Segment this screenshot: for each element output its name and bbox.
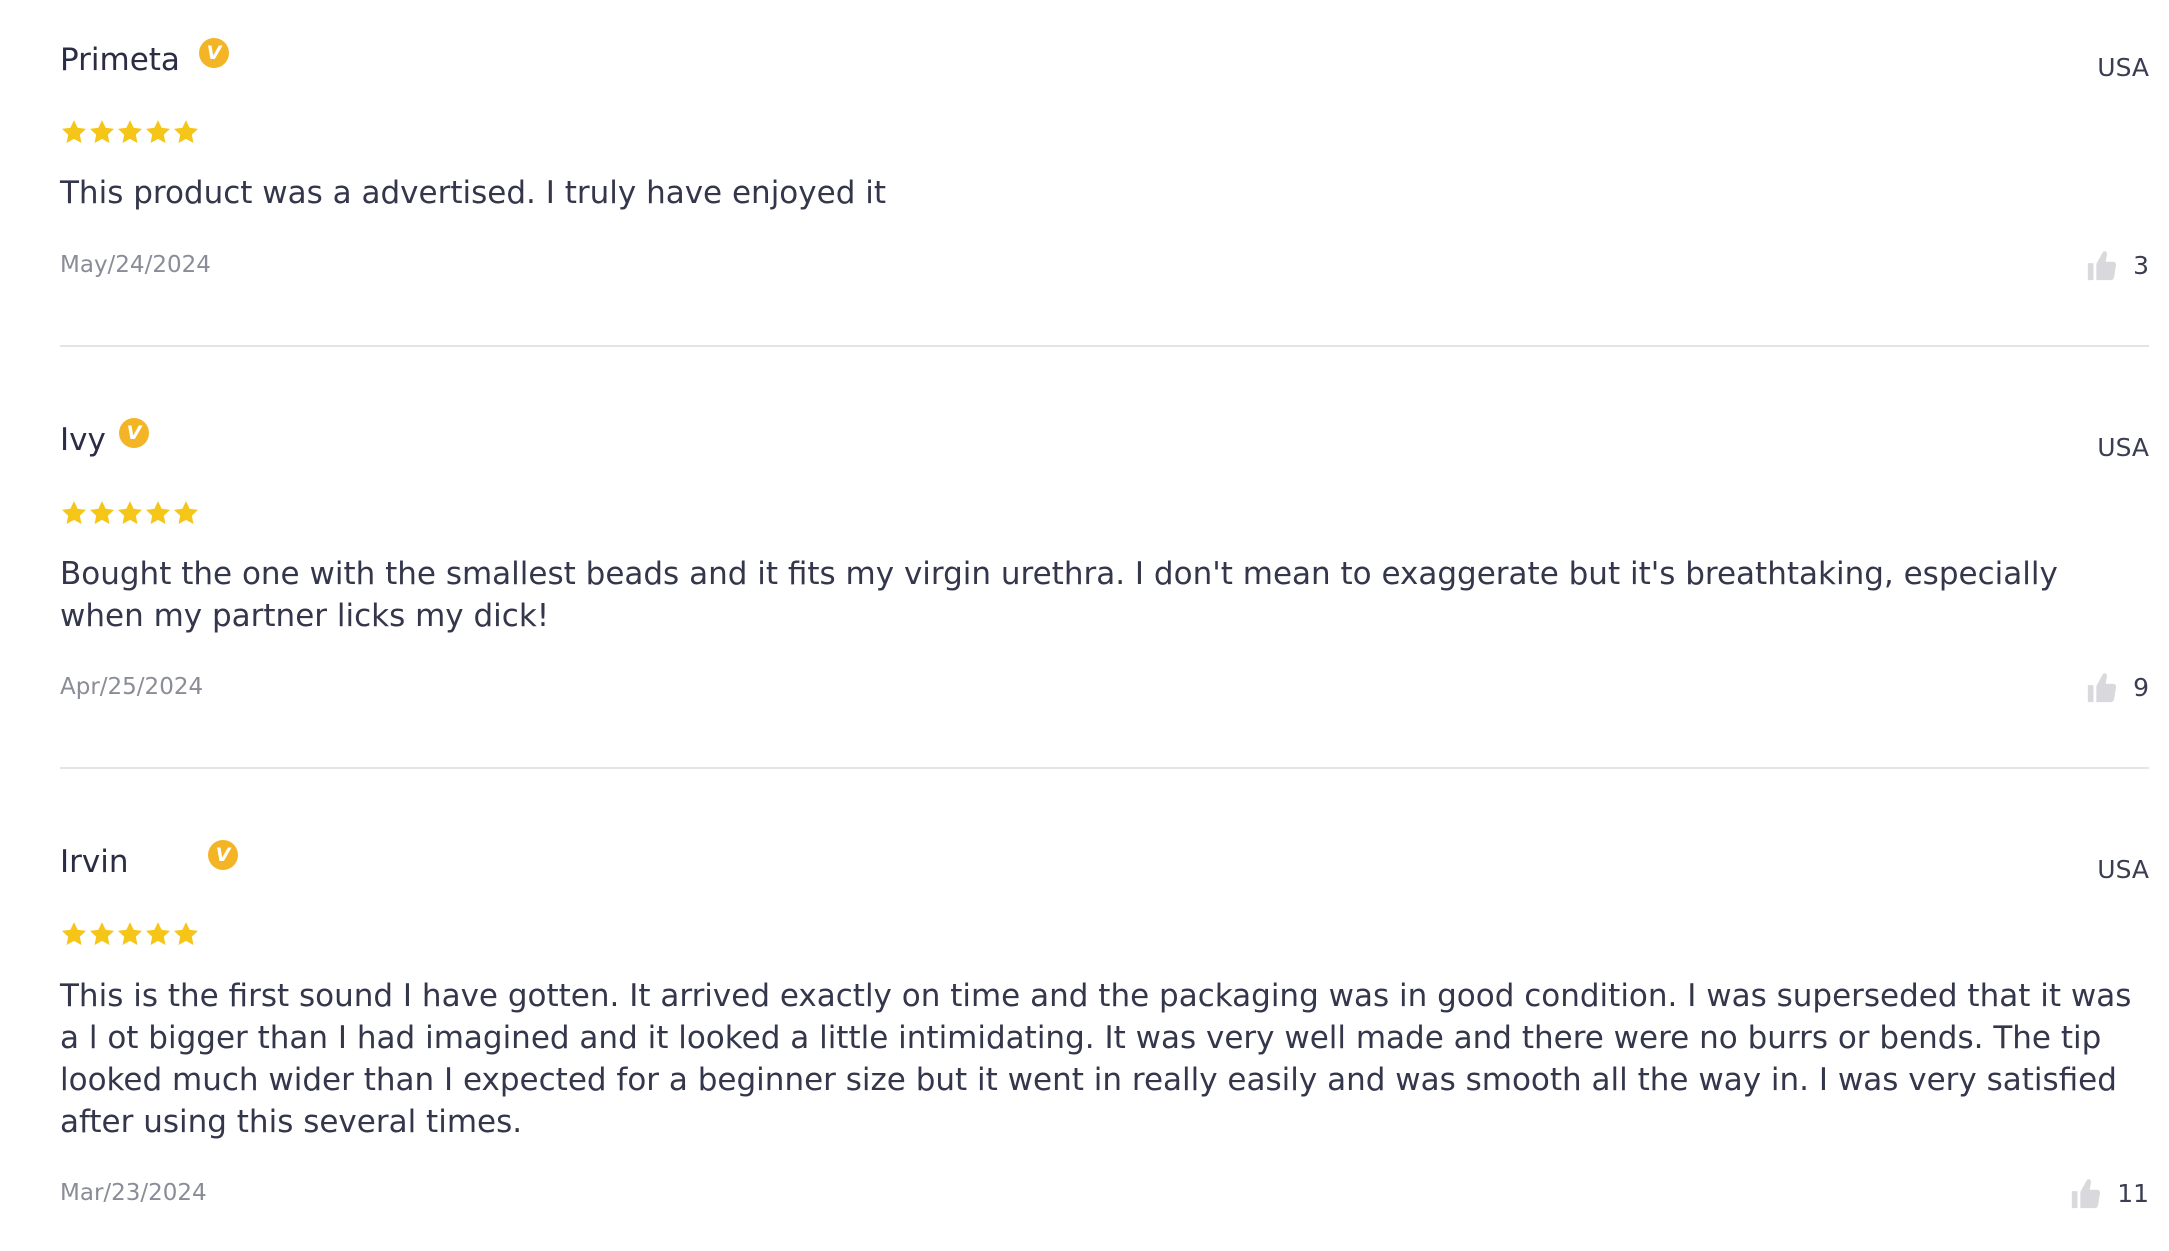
star-rating (60, 499, 200, 527)
review-header: Primeta V USA (60, 38, 2149, 100)
star-icon (89, 922, 115, 945)
review-header: Irvin V USA (60, 840, 2149, 902)
helpful-vote[interactable]: 9 (2085, 670, 2149, 706)
star-icon (145, 922, 171, 945)
thumbs-up-icon[interactable] (2085, 671, 2119, 705)
star-icon (117, 922, 143, 945)
review-divider (60, 345, 2149, 347)
star-icon (173, 501, 199, 524)
review-header: Ivy V USA (60, 418, 2149, 480)
verified-badge-icon: V (208, 840, 238, 870)
thumbs-up-icon[interactable] (2069, 1177, 2103, 1211)
star-icon (61, 922, 87, 945)
helpful-vote[interactable]: 11 (2069, 1176, 2149, 1212)
star-rating (60, 118, 200, 146)
star-icon (117, 501, 143, 524)
review-divider (60, 767, 2149, 769)
star-icon (89, 501, 115, 524)
helpful-vote[interactable]: 3 (2085, 248, 2149, 284)
review-text: This product was a advertised. I truly h… (60, 175, 886, 211)
verified-badge-icon: V (199, 38, 229, 68)
helpful-count: 11 (2117, 1179, 2149, 1208)
star-icon (117, 120, 143, 143)
reviewer-country: USA (2097, 53, 2149, 82)
star-icon (61, 120, 87, 143)
star-rating (60, 920, 200, 948)
star-icon (61, 501, 87, 524)
reviewer-name: Irvin (60, 844, 129, 880)
helpful-count: 3 (2133, 251, 2149, 280)
star-icon (145, 501, 171, 524)
review-date: May/24/2024 (60, 252, 211, 278)
star-icon (173, 922, 199, 945)
verified-badge-icon: V (119, 418, 149, 448)
helpful-count: 9 (2133, 673, 2149, 702)
review-date: Mar/23/2024 (60, 1180, 207, 1206)
review-date: Apr/25/2024 (60, 674, 204, 700)
star-icon (173, 120, 199, 143)
thumbs-up-icon[interactable] (2085, 249, 2119, 283)
reviewer-name: Ivy (60, 422, 106, 458)
review-text: This is the first sound I have gotten. I… (60, 978, 2132, 1140)
star-icon (89, 120, 115, 143)
reviewer-name: Primeta (60, 42, 180, 78)
reviewer-country: USA (2097, 433, 2149, 462)
star-icon (145, 120, 171, 143)
reviewer-country: USA (2097, 855, 2149, 884)
review-text: Bought the one with the smallest beads a… (60, 556, 2058, 634)
